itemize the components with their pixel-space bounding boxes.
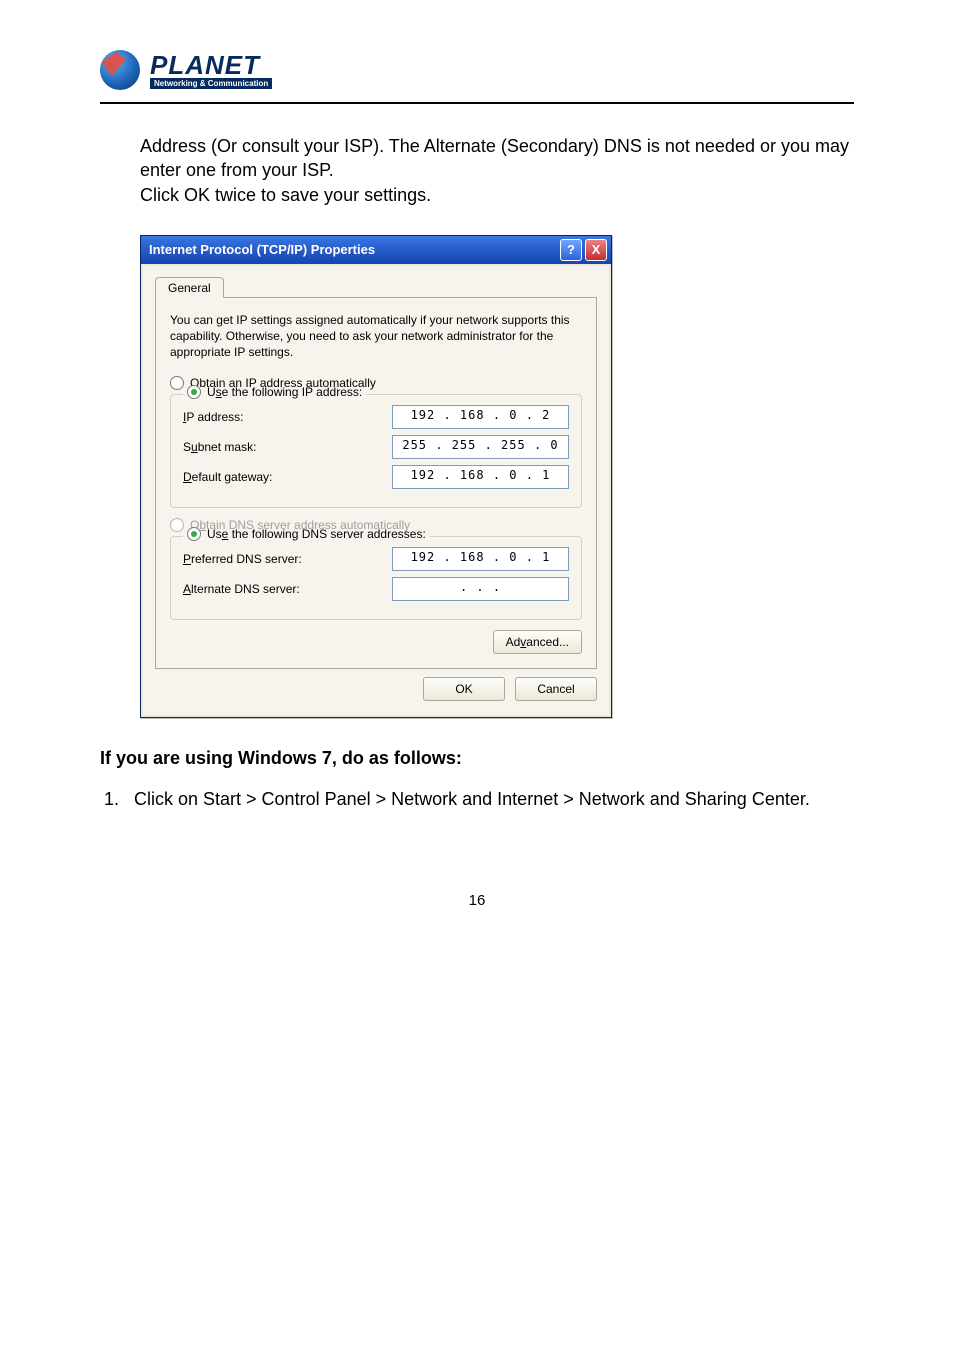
globe-icon [100, 50, 140, 90]
help-icon: ? [567, 242, 575, 257]
subnet-mask-input[interactable]: 255 . 255 . 255 . 0 [392, 435, 569, 459]
radio-use-ip[interactable]: Use the following IP address: [183, 385, 366, 399]
page-number: 16 [100, 892, 854, 909]
cancel-button[interactable]: Cancel [515, 677, 597, 701]
section-heading: If you are using Windows 7, do as follow… [100, 748, 854, 769]
brand-title: PLANET [150, 52, 272, 78]
tab-label: General [168, 281, 211, 295]
radio-use-dns[interactable]: Use the following DNS server addresses: [183, 527, 430, 541]
ip-address-input[interactable]: 192 . 168 . 0 . 2 [392, 405, 569, 429]
tcpip-properties-dialog: Internet Protocol (TCP/IP) Properties ? … [140, 235, 612, 719]
radio-selected-icon [187, 385, 201, 399]
step-1: Click on Start > Control Panel > Network… [124, 787, 854, 811]
advanced-button[interactable]: Advanced... [493, 630, 582, 654]
radio-selected-icon [187, 527, 201, 541]
default-gateway-input[interactable]: 192 . 168 . 0 . 1 [392, 465, 569, 489]
close-button[interactable]: X [585, 239, 607, 261]
close-icon: X [592, 242, 601, 257]
help-button[interactable]: ? [560, 239, 582, 261]
dns-group: Use the following DNS server addresses: … [170, 536, 582, 620]
brand-header: PLANET Networking & Communication [100, 40, 854, 104]
brand-subtitle: Networking & Communication [150, 78, 272, 89]
dialog-titlebar[interactable]: Internet Protocol (TCP/IP) Properties ? … [141, 236, 611, 264]
radio-icon [170, 376, 184, 390]
radio-disabled-icon [170, 518, 184, 532]
alternate-dns-input[interactable]: . . . [392, 577, 569, 601]
body-paragraph-2: Click OK twice to save your settings. [140, 185, 431, 205]
body-paragraph-1: Address (Or consult your ISP). The Alter… [140, 136, 849, 180]
dialog-description: You can get IP settings assigned automat… [170, 312, 582, 361]
dialog-title: Internet Protocol (TCP/IP) Properties [149, 242, 375, 257]
tab-general[interactable]: General [155, 277, 224, 298]
preferred-dns-input[interactable]: 192 . 168 . 0 . 1 [392, 547, 569, 571]
ok-button[interactable]: OK [423, 677, 505, 701]
ip-group: Use the following IP address: IP address… [170, 394, 582, 508]
